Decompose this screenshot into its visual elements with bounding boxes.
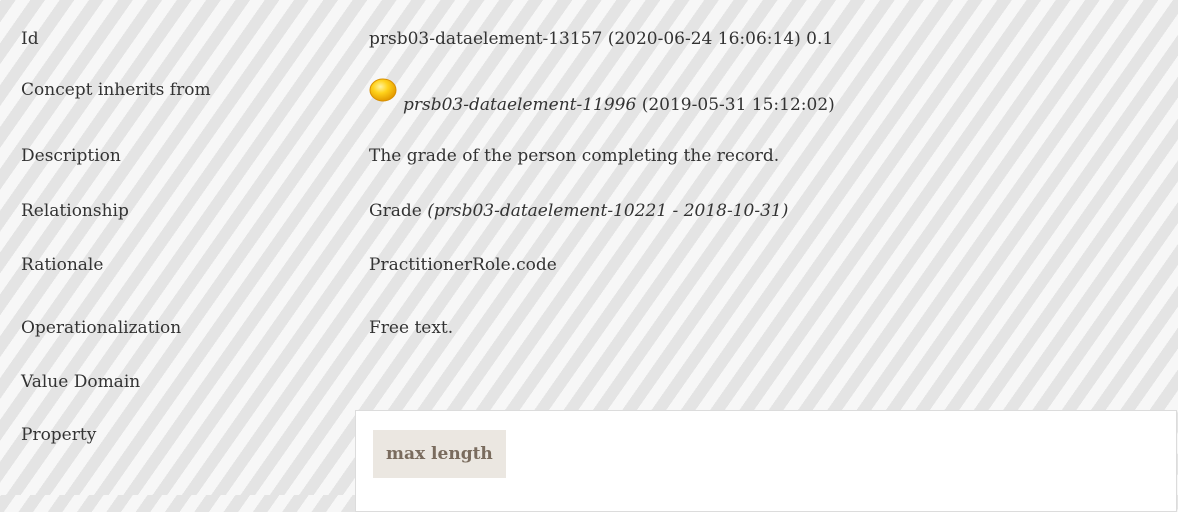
max-length-tag: max length	[373, 430, 506, 478]
relationship-ref: (prsb03-dataelement-10221 - 2018-10-31)	[427, 201, 789, 221]
relationship-value: Grade (prsb03-dataelement-10221 - 2018-1…	[369, 200, 788, 222]
rationale-value: PractitionerRole.code	[369, 255, 557, 275]
value-domain-label: Value Domain	[21, 372, 141, 392]
rationale-label: Rationale	[21, 255, 104, 275]
concept-inherits-value: prsb03-dataelement-11996 (2019-05-31 15:…	[369, 78, 835, 116]
inherited-concept-date: (2019-05-31 15:12:02)	[636, 95, 835, 115]
id-label: Id	[21, 29, 39, 49]
operationalization-label: Operationalization	[21, 318, 182, 338]
relationship-name: Grade	[369, 201, 422, 221]
id-value: prsb03-dataelement-13157 (2020-06-24 16:…	[369, 29, 834, 49]
property-label: Property	[21, 425, 97, 445]
description-value: The grade of the person completing the r…	[369, 146, 780, 166]
description-label: Description	[21, 146, 121, 166]
operationalization-value: Free text.	[369, 318, 454, 338]
value-domain-panel: max length	[355, 410, 1177, 512]
concept-inherits-label: Concept inherits from	[21, 80, 211, 100]
yellow-circle-icon	[369, 78, 397, 114]
relationship-label: Relationship	[21, 201, 129, 221]
inherited-concept-link[interactable]: prsb03-dataelement-11996	[403, 95, 636, 115]
